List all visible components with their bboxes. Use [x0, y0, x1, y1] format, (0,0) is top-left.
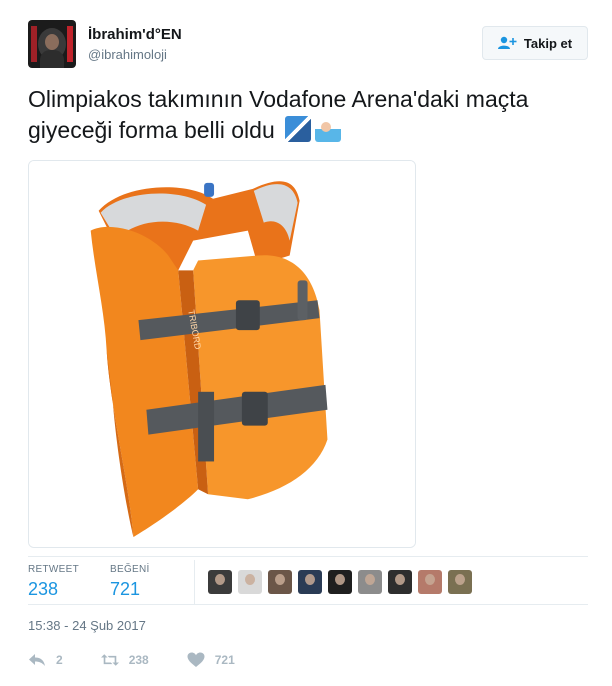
liker-avatar[interactable] — [268, 570, 292, 594]
stats-top-divider — [28, 556, 588, 557]
liker-avatar[interactable] — [328, 570, 352, 594]
retweet-button[interactable]: 238 — [100, 648, 149, 672]
like-action-count: 721 — [214, 653, 235, 667]
tweet-media-image[interactable]: TRIBORD — [28, 160, 416, 548]
retweet-action-count: 238 — [128, 653, 149, 667]
tweet-text: Olimpiakos takımının Vodafone Arena'daki… — [28, 84, 568, 146]
stats-separator — [194, 560, 195, 604]
liker-avatar[interactable] — [298, 570, 322, 594]
tweet-actions: 2 238 721 — [28, 648, 328, 672]
life-vest-illustration: TRIBORD — [29, 161, 415, 547]
like-stat-value: 721 — [110, 579, 141, 599]
liker-avatar[interactable] — [238, 570, 262, 594]
liker-avatars — [208, 570, 472, 594]
tweet-text-content: Olimpiakos takımının Vodafone Arena'daki… — [28, 86, 529, 143]
retweet-stat-value: 238 — [28, 579, 59, 599]
liker-avatar[interactable] — [418, 570, 442, 594]
liker-avatar[interactable] — [388, 570, 412, 594]
tweet-header: İbrahim'd°EN @ibrahimoloji Takip et — [28, 20, 588, 72]
stats-bottom-divider — [28, 604, 588, 605]
liker-avatar[interactable] — [208, 570, 232, 594]
reply-icon — [29, 654, 45, 666]
tweet-timestamp[interactable]: 15:38 - 24 Şub 2017 — [28, 618, 146, 633]
follow-button-label: Takip et — [523, 35, 573, 51]
liker-avatar[interactable] — [358, 570, 382, 594]
like-stat-label: BEĞENİ — [110, 564, 150, 575]
avatar[interactable] — [28, 20, 76, 68]
retweet-icon — [100, 654, 119, 666]
flag-emoji — [285, 116, 312, 142]
user-handle[interactable]: @ibrahimoloji — [88, 46, 182, 64]
like-button[interactable]: 721 — [187, 648, 235, 672]
user-names: İbrahim'd°EN @ibrahimoloji — [88, 26, 182, 64]
follow-button[interactable]: Takip et — [482, 26, 588, 60]
user-plus-icon — [497, 36, 517, 49]
reply-button[interactable]: 2 — [28, 648, 63, 672]
reply-count: 2 — [56, 653, 63, 667]
tweet-stats: RETWEET 238 BEĞENİ 721 — [28, 558, 588, 604]
liker-avatar[interactable] — [448, 570, 472, 594]
retweet-stat[interactable]: RETWEET 238 — [28, 564, 79, 600]
swimmer-emoji — [315, 116, 342, 142]
display-name[interactable]: İbrahim'd°EN — [88, 26, 182, 44]
like-stat[interactable]: BEĞENİ 721 — [110, 564, 150, 600]
retweet-stat-label: RETWEET — [28, 564, 79, 575]
heart-icon — [187, 652, 205, 667]
